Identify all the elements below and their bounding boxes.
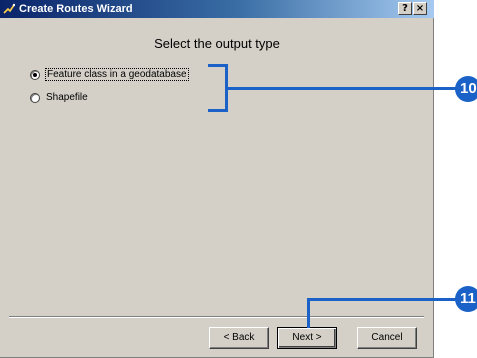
next-button[interactable]: Next > (277, 327, 337, 349)
cancel-button[interactable]: Cancel (357, 327, 417, 349)
callout-11-leader-vertical (307, 298, 310, 328)
callout-10-leader (225, 87, 460, 90)
wizard-window: Create Routes Wizard ? × Select the outp… (0, 0, 434, 358)
step-heading: Select the output type (154, 36, 280, 51)
callout-10-badge: 10 (455, 76, 477, 102)
radio-feature-class[interactable] (30, 69, 40, 80)
option-feature-class-label[interactable]: Feature class in a geodatabase (45, 68, 189, 81)
title-bar[interactable]: Create Routes Wizard ? × (0, 0, 434, 18)
button-separator (9, 316, 424, 318)
callout-10-bracket-bottom (208, 109, 228, 112)
radio-shapefile[interactable] (30, 92, 40, 103)
callout-11-badge: 11 (455, 286, 477, 312)
wizard-app-icon (3, 3, 16, 15)
back-button[interactable]: < Back (209, 327, 269, 349)
help-button[interactable]: ? (398, 2, 412, 15)
option-shapefile[interactable]: Shapefile (30, 92, 88, 103)
window-title: Create Routes Wizard (19, 3, 133, 15)
close-button[interactable]: × (413, 2, 427, 15)
callout-11-leader-horizontal (307, 298, 460, 301)
option-shapefile-label[interactable]: Shapefile (46, 92, 88, 103)
option-feature-class[interactable]: Feature class in a geodatabase (30, 68, 189, 81)
